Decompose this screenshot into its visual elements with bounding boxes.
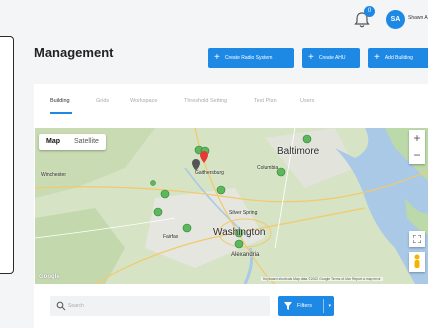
city-label: Fairfax xyxy=(163,234,179,240)
map-type-map-button[interactable]: Map xyxy=(39,134,67,150)
tab-test-plan[interactable]: Test Plan xyxy=(254,98,277,104)
map-marker-icon[interactable] xyxy=(182,223,192,233)
map-marker-icon[interactable] xyxy=(216,185,226,195)
zoom-out-button[interactable]: − xyxy=(409,147,425,164)
search-placeholder: Search xyxy=(68,303,84,309)
pegman-icon xyxy=(414,254,420,268)
add-building-label: Add Building xyxy=(384,55,413,61)
map-logo: Google xyxy=(39,274,60,280)
tab-bar: Building Grids Workspace Threshold Setti… xyxy=(34,84,428,118)
filters-label: Filters xyxy=(297,303,312,309)
active-tab-indicator xyxy=(50,112,72,114)
street-view-button[interactable] xyxy=(409,252,425,272)
create-ahu-button[interactable]: + Create AHU xyxy=(302,48,360,68)
plus-icon: + xyxy=(308,52,314,63)
map-marker-icon[interactable] xyxy=(150,180,156,186)
user-name[interactable]: Shawn A xyxy=(408,15,428,21)
filters-divider xyxy=(323,299,324,313)
add-building-button[interactable]: + Add Building xyxy=(368,48,428,68)
map-canvas xyxy=(35,128,428,284)
map-marker-icon[interactable] xyxy=(276,167,286,177)
avatar[interactable]: SA xyxy=(386,10,405,29)
map-marker-icon[interactable] xyxy=(160,189,170,199)
city-label: Columbia xyxy=(257,165,279,171)
management-card: Building Grids Workspace Threshold Setti… xyxy=(34,84,428,328)
city-label: Winchester xyxy=(41,172,67,178)
search-icon xyxy=(56,301,66,311)
create-ahu-label: Create AHU xyxy=(318,55,346,61)
city-label: Washington xyxy=(213,227,266,238)
create-radio-system-label: Create Radio System xyxy=(224,55,273,61)
side-panel xyxy=(0,36,14,274)
city-label: Silver Spring xyxy=(229,210,258,216)
plus-icon: + xyxy=(374,52,380,63)
tab-users[interactable]: Users xyxy=(300,98,314,104)
map-type-control: Map Satellite xyxy=(39,134,106,150)
map-marker-icon[interactable] xyxy=(234,239,244,249)
map-marker-icon[interactable] xyxy=(153,207,163,217)
tab-workspace[interactable]: Workspace xyxy=(130,98,157,104)
map-type-satellite-button[interactable]: Satellite xyxy=(67,134,106,150)
page-title: Management xyxy=(34,45,114,60)
plus-icon: + xyxy=(214,52,220,63)
filter-icon xyxy=(284,302,292,310)
map-attribution: Keyboard shortcuts Map data ©2022 Google… xyxy=(261,277,383,281)
notification-badge: 0 xyxy=(364,6,375,17)
search-input[interactable]: Search xyxy=(50,296,270,316)
map-view[interactable]: Baltimore Washington Alexandria Columbia… xyxy=(35,128,428,284)
create-radio-system-button[interactable]: + Create Radio System xyxy=(208,48,294,68)
chevron-down-icon[interactable]: ▾ xyxy=(328,303,331,309)
top-bar: 0 SA Shawn A xyxy=(0,0,428,38)
fullscreen-icon xyxy=(412,234,422,244)
tab-building[interactable]: Building xyxy=(50,98,70,104)
filters-button[interactable]: Filters ▾ xyxy=(278,296,334,316)
zoom-in-button[interactable]: + xyxy=(409,130,425,147)
city-label: Alexandria xyxy=(231,252,260,258)
city-label: Baltimore xyxy=(277,146,320,157)
fullscreen-button[interactable] xyxy=(409,231,425,247)
city-label: Gaithersburg xyxy=(195,170,224,176)
map-marker-icon[interactable] xyxy=(302,134,312,144)
zoom-control: + − xyxy=(409,130,425,164)
tab-grids[interactable]: Grids xyxy=(96,98,109,104)
tab-threshold-setting[interactable]: Threshold Setting xyxy=(184,98,227,104)
